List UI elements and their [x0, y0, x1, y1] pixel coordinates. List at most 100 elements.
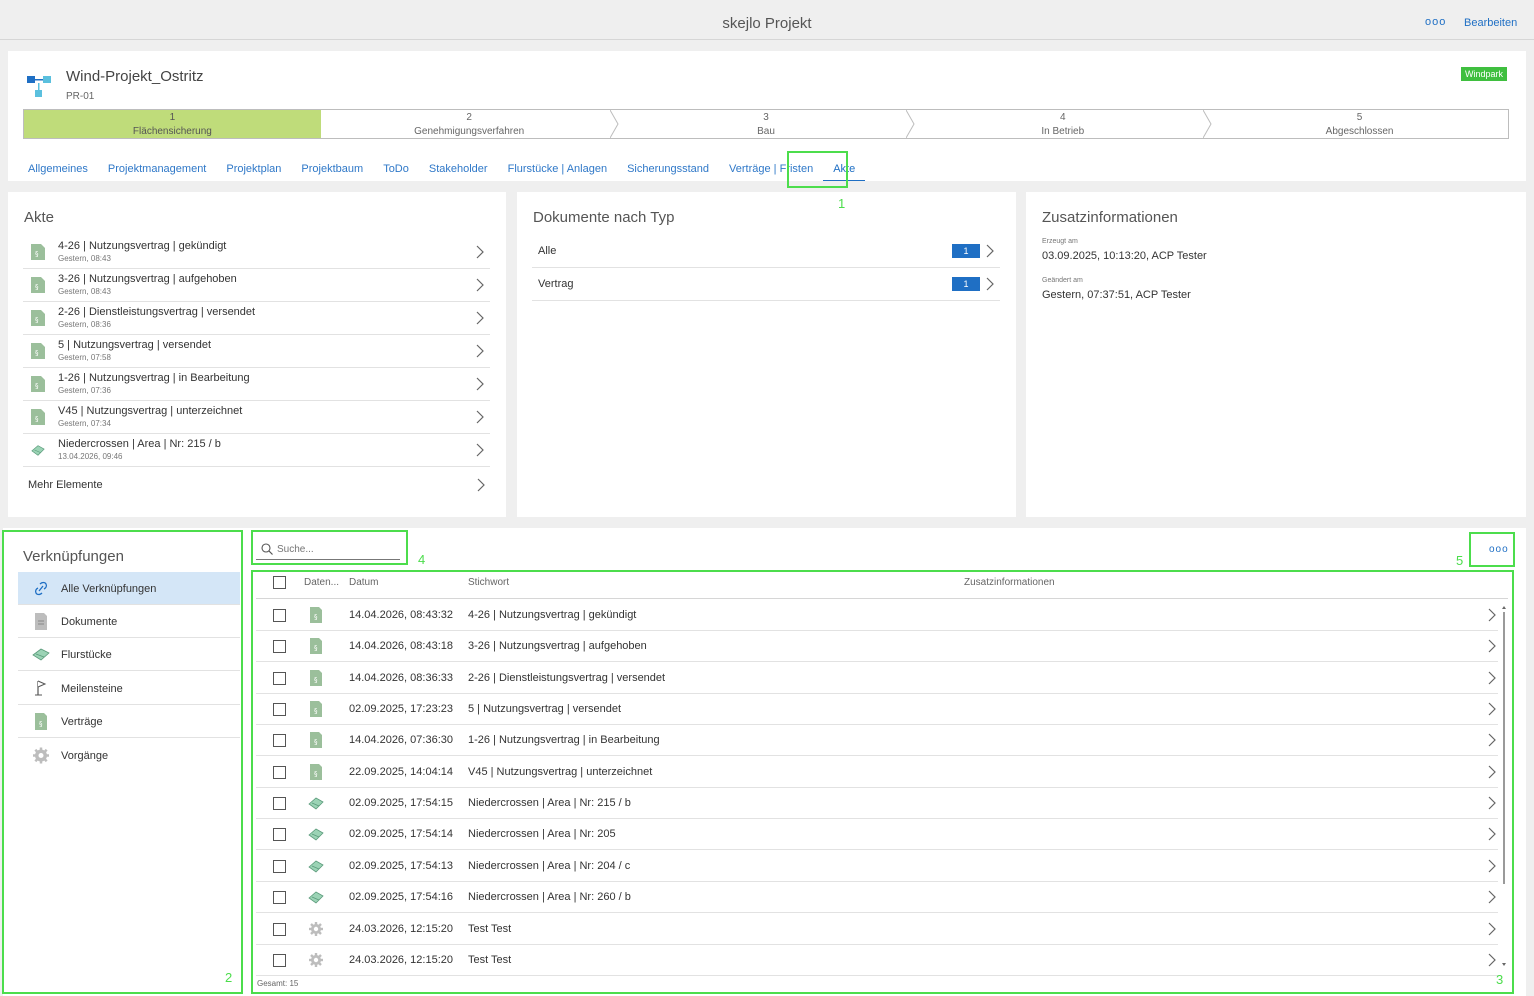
chevron-right-icon[interactable] [477, 478, 485, 492]
row-checkbox[interactable] [273, 891, 286, 905]
link-filter-documents[interactable]: Dokumente [18, 605, 240, 638]
chevron-right-icon[interactable] [1488, 827, 1496, 841]
chevron-right-icon[interactable] [1488, 671, 1496, 685]
list-item[interactable]: § 3-26 | Nutzungsvertrag | aufgehoben Ge… [23, 269, 490, 302]
contract-icon: § [35, 713, 47, 730]
row-checkbox[interactable] [273, 609, 286, 622]
parcel-icon [32, 648, 50, 661]
select-all-checkbox[interactable] [273, 576, 286, 589]
tab-allgemeines[interactable]: Allgemeines [18, 163, 98, 181]
chevron-right-icon[interactable] [1488, 796, 1496, 810]
extra-info-title: Zusatzinformationen [1042, 209, 1178, 226]
search-input[interactable] [277, 542, 395, 557]
more-elements-link[interactable]: Mehr Elemente [28, 479, 103, 491]
row-checkbox[interactable] [273, 859, 286, 873]
chevron-right-icon[interactable] [1488, 765, 1496, 779]
contract-icon: § [310, 763, 322, 780]
phase-step-4[interactable]: 4 In Betrieb [914, 110, 1212, 138]
row-checkbox[interactable] [273, 797, 286, 811]
row-checkbox[interactable] [273, 828, 286, 842]
chevron-right-icon[interactable] [1488, 639, 1496, 653]
tab-stakeholder[interactable]: Stakeholder [419, 163, 498, 181]
row-checkbox[interactable] [273, 734, 286, 748]
link-filter-parcels[interactable]: Flurstücke [18, 638, 240, 671]
scrollbar-thumb[interactable] [1503, 612, 1505, 884]
parcel-icon [31, 445, 45, 456]
phase-step-3[interactable]: 3 Bau [618, 110, 915, 138]
table-row[interactable]: 24.03.2026, 12:15:20 Test Test [256, 914, 1498, 945]
tab-vertraege[interactable]: Verträge | Fristen [719, 163, 823, 181]
link-filter-milestones[interactable]: Meilensteine [18, 672, 240, 705]
tab-flurstuecke[interactable]: Flurstücke | Anlagen [498, 163, 617, 181]
phase-step-5[interactable]: 5 Abgeschlossen [1211, 110, 1508, 138]
edit-button[interactable]: Bearbeiten [1464, 17, 1517, 29]
chevron-right-icon [476, 278, 484, 292]
svg-text:§: § [35, 349, 39, 357]
link-filter-all[interactable]: Alle Verknüpfungen [18, 572, 240, 605]
chevron-right-icon[interactable] [1488, 859, 1496, 873]
phase-step-1[interactable]: 1 Flächensicherung [24, 110, 321, 138]
column-header-stichwort[interactable]: Stichwort [468, 577, 509, 588]
search-field[interactable] [256, 540, 400, 560]
project-id: PR-01 [66, 91, 95, 102]
table-row[interactable]: § 14.04.2026, 07:36:30 1-26 | Nutzungsvert… [256, 725, 1498, 757]
tab-projektmanagement[interactable]: Projektmanagement [98, 163, 216, 181]
row-checkbox[interactable] [273, 765, 286, 779]
row-keyword: 3-26 | Nutzungsvertrag | aufgehoben [468, 640, 647, 653]
link-filter-processes[interactable]: Vorgänge [18, 739, 240, 772]
contract-icon: § [310, 638, 322, 655]
list-item[interactable]: § 4-26 | Nutzungsvertrag | gekündigt Ges… [23, 236, 490, 269]
doc-type-row-all[interactable]: Alle 1 [532, 235, 1000, 268]
table-header: Daten... Datum Stichwort Zusatzinformati… [256, 572, 1508, 599]
chevron-right-icon[interactable] [1488, 733, 1496, 747]
doc-type-row-vertrag[interactable]: Vertrag 1 [532, 268, 1000, 301]
svg-text:§: § [35, 415, 39, 423]
column-header-datum[interactable]: Datum [349, 577, 378, 588]
row-checkbox[interactable] [273, 671, 286, 685]
table-row[interactable]: § 14.04.2026, 08:43:18 3-26 | Nutzungsvert… [256, 631, 1498, 663]
column-header-datentyp[interactable]: Daten... [304, 577, 339, 588]
row-checkbox[interactable] [273, 640, 286, 654]
table-row[interactable]: § 22.09.2025, 14:04:14 V45 | Nutzungsvertr… [256, 757, 1498, 788]
tab-sicherungsstand[interactable]: Sicherungsstand [617, 163, 719, 181]
svg-text:§: § [314, 738, 318, 746]
table-row[interactable]: 24.03.2026, 12:15:20 Test Test [256, 945, 1498, 976]
chevron-right-icon [986, 277, 994, 291]
table-more-button[interactable]: ooo [1489, 544, 1509, 555]
chevron-right-icon[interactable] [1488, 702, 1496, 716]
chevron-right-icon[interactable] [1488, 890, 1496, 904]
svg-text:§: § [35, 316, 39, 324]
table-row[interactable]: 02.09.2025, 17:54:13 Niedercrossen | Area… [256, 851, 1498, 882]
tab-projektplan[interactable]: Projektplan [216, 163, 291, 181]
column-header-zusatzinfo[interactable]: Zusatzinformationen [964, 577, 1055, 588]
tab-projektbaum[interactable]: Projektbaum [291, 163, 373, 181]
phase-step-2[interactable]: 2 Genehmigungsverfahren [321, 110, 619, 138]
list-item[interactable]: Niedercrossen | Area | Nr: 215 / b 13.04… [23, 434, 490, 467]
table-row[interactable]: 02.09.2025, 17:54:15 Niedercrossen | Area… [256, 788, 1498, 820]
row-checkbox[interactable] [273, 953, 286, 967]
tab-akte[interactable]: Akte [823, 163, 866, 181]
list-item[interactable]: § 1-26 | Nutzungsvertrag | in Bearbeitun… [23, 368, 490, 401]
svg-text:§: § [314, 707, 318, 715]
chevron-right-icon[interactable] [1488, 608, 1496, 622]
row-date: 24.03.2026, 12:15:20 [349, 922, 453, 935]
svg-text:§: § [35, 250, 39, 258]
row-date: 14.04.2026, 08:43:18 [349, 640, 453, 653]
table-row[interactable]: 02.09.2025, 17:54:16 Niedercrossen | Area… [256, 882, 1498, 914]
top-more-button[interactable]: ooo [1425, 16, 1446, 28]
row-checkbox[interactable] [273, 703, 286, 717]
table-row[interactable]: § 14.04.2026, 08:43:32 4-26 | Nutzungsvert… [256, 600, 1498, 631]
list-item[interactable]: § V45 | Nutzungsvertrag | unterzeichnet … [23, 401, 490, 434]
list-item[interactable]: § 5 | Nutzungsvertrag | versendet Gester… [23, 335, 490, 368]
chevron-right-icon[interactable] [1488, 922, 1496, 936]
tab-todo[interactable]: ToDo [373, 163, 419, 181]
chevron-right-icon[interactable] [1488, 953, 1496, 967]
table-row[interactable]: 02.09.2025, 17:54:14 Niedercrossen | Area… [256, 819, 1498, 851]
top-bar: skejlo Projekt ooo Bearbeiten [0, 0, 1534, 40]
table-row[interactable]: § 02.09.2025, 17:23:23 5 | Nutzungsvertrag… [256, 694, 1498, 726]
list-item[interactable]: § 2-26 | Dienstleistungsvertrag | versen… [23, 302, 490, 335]
table-row[interactable]: § 14.04.2026, 08:36:33 2-26 | Dienstleistu… [256, 663, 1498, 694]
annotation-label-3: 3 [1496, 972, 1504, 987]
row-checkbox[interactable] [273, 922, 286, 936]
link-filter-contracts[interactable]: § Verträge [18, 705, 240, 738]
